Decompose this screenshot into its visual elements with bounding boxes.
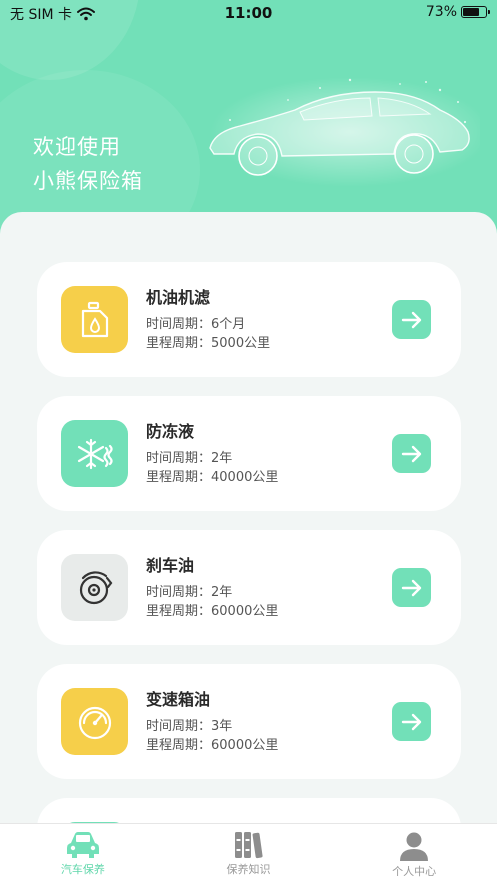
welcome-line-1: 欢迎使用 bbox=[33, 135, 121, 159]
maintenance-card-transmission-oil[interactable]: 变速箱油 时间周期：3年 里程周期：60000公里 bbox=[37, 664, 461, 779]
go-button[interactable] bbox=[392, 702, 431, 741]
status-bar: 无 SIM 卡 11:00 73% bbox=[0, 0, 497, 26]
go-button[interactable] bbox=[392, 300, 431, 339]
books-icon bbox=[234, 832, 263, 859]
mileage-cycle: 里程周期：60000公里 bbox=[146, 738, 279, 753]
go-button[interactable] bbox=[392, 568, 431, 607]
car-illustration bbox=[209, 77, 480, 187]
arrow-right-icon bbox=[401, 445, 421, 462]
arrow-right-icon bbox=[401, 579, 421, 596]
arrow-right-icon bbox=[401, 311, 421, 328]
tab-personal-center[interactable]: 个人中心 bbox=[331, 824, 497, 883]
tab-maintenance-knowledge[interactable]: 保养知识 bbox=[166, 824, 332, 883]
snowflake-icon bbox=[61, 420, 128, 487]
time-cycle: 时间周期：3年 bbox=[146, 719, 233, 734]
tab-label: 个人中心 bbox=[392, 865, 437, 878]
tab-label: 汽车保养 bbox=[60, 863, 105, 876]
battery-status: 73% bbox=[425, 4, 490, 20]
maintenance-card-brake-fluid[interactable]: 刹车油 时间周期：2年 里程周期：60000公里 bbox=[37, 530, 461, 645]
welcome-text: 欢迎使用 小熊保险箱 bbox=[33, 130, 143, 198]
oil-bottle-icon bbox=[61, 286, 128, 353]
maintenance-list: 机油机滤 时间周期：6个月 里程周期：5000公里 防冻液 时间周期：2年 里程… bbox=[0, 212, 497, 852]
user-icon bbox=[400, 832, 429, 861]
card-title: 变速箱油 bbox=[146, 690, 211, 709]
card-title: 防冻液 bbox=[146, 422, 195, 441]
time-cycle: 时间周期：2年 bbox=[146, 451, 233, 466]
tab-bar: 汽车保养 保养知识 个人中心 bbox=[0, 823, 497, 883]
mileage-cycle: 里程周期：5000公里 bbox=[146, 336, 271, 351]
mileage-cycle: 里程周期：60000公里 bbox=[146, 604, 279, 619]
maintenance-card-antifreeze[interactable]: 防冻液 时间周期：2年 里程周期：40000公里 bbox=[37, 396, 461, 511]
tab-car-maintenance[interactable]: 汽车保养 bbox=[0, 824, 166, 883]
time-cycle: 时间周期：6个月 bbox=[146, 317, 246, 332]
tab-label: 保养知识 bbox=[226, 863, 271, 876]
mileage-cycle: 里程周期：40000公里 bbox=[146, 470, 279, 485]
battery-percent: 73% bbox=[425, 4, 457, 20]
go-button[interactable] bbox=[392, 434, 431, 473]
maintenance-card-oil-filter[interactable]: 机油机滤 时间周期：6个月 里程周期：5000公里 bbox=[37, 262, 461, 377]
battery-icon bbox=[461, 6, 490, 18]
card-title: 机油机滤 bbox=[146, 288, 211, 307]
clock: 11:00 bbox=[224, 4, 273, 22]
arrow-right-icon bbox=[401, 713, 421, 730]
card-title: 刹车油 bbox=[146, 556, 195, 575]
battery-fill bbox=[463, 8, 480, 16]
car-icon bbox=[66, 832, 99, 858]
welcome-line-2: 小熊保险箱 bbox=[33, 169, 143, 193]
speedometer-icon bbox=[61, 688, 128, 755]
time-cycle: 时间周期：2年 bbox=[146, 585, 233, 600]
brake-disc-icon bbox=[61, 554, 128, 621]
